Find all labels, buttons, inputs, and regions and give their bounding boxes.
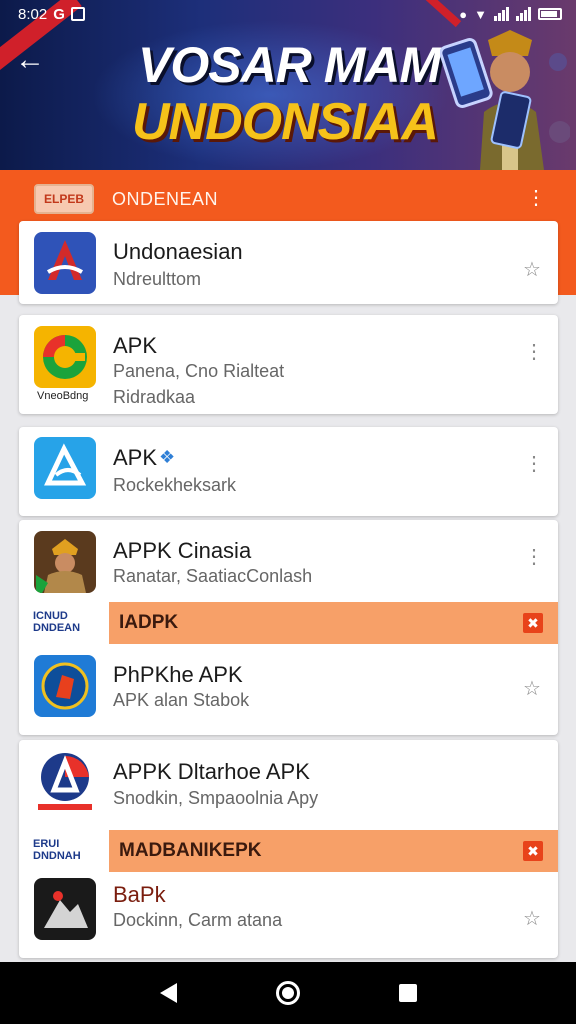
status-time: 8:02 — [18, 5, 48, 23]
app-subtitle: Ranatar, SaatiacConlash — [113, 566, 313, 586]
app-subtitle: APK alan Stabok — [113, 690, 250, 710]
item-menu-button[interactable]: ⋮ — [523, 453, 545, 475]
item-menu-button[interactable]: ⋮ — [523, 341, 545, 363]
app-subtitle: Rockekheksark — [113, 475, 237, 495]
battery-icon — [538, 8, 562, 20]
banner-title-line1: VOSAR MAM — [138, 37, 441, 93]
notification-icon — [70, 7, 85, 21]
header-label: ONDENEAN — [112, 189, 219, 209]
promo-close-button[interactable]: ✖ — [523, 841, 543, 861]
app-icon — [34, 750, 96, 812]
header-badge[interactable]: ELPEB — [34, 184, 94, 214]
more-vert-icon: ⋮ — [524, 341, 544, 363]
star-outline-icon: ☆ — [523, 259, 541, 281]
banner-figure-illustration — [440, 30, 570, 170]
app-title: BaPk — [113, 882, 166, 907]
wifi-icon: ▼ — [474, 6, 487, 22]
promo-close-button[interactable]: ✖ — [523, 613, 543, 633]
signal-icon — [494, 7, 509, 21]
app-title: APK — [113, 445, 158, 470]
nav-home-icon[interactable] — [275, 981, 300, 1005]
promo-logo: ICNUD DNDEAN — [19, 602, 109, 644]
app-subtitle: Dockinn, Carm atana — [113, 910, 283, 930]
promo-label: MADBANIKEPK — [119, 840, 262, 861]
app-icon — [34, 878, 96, 940]
app-icon — [34, 232, 96, 294]
google-g-icon: G — [53, 5, 65, 23]
app-list-item[interactable]: Undonaesian Ndreulttom ☆ — [19, 221, 558, 304]
promo-label: IADPK — [119, 612, 179, 633]
app-list-item[interactable]: VneoBdng APK Panena, Cno Rialteat Ridrad… — [19, 315, 558, 414]
signal2-icon — [516, 7, 531, 21]
app-list-item[interactable]: APPK Cinasia Ranatar, SaatiacConlash ⋮ I… — [19, 520, 558, 735]
promo-banner[interactable]: ERUI DNDNAH MADBANIKEPK ✖ — [19, 830, 558, 872]
more-vert-icon: ⋮ — [524, 453, 544, 475]
star-outline-icon: ☆ — [523, 908, 541, 930]
header-menu-button[interactable]: ⋮ — [526, 186, 546, 210]
alarm-icon: ● — [459, 6, 468, 22]
app-icon-caption: VneoBdng — [37, 390, 89, 402]
close-icon: ✖ — [527, 615, 539, 631]
system-nav-bar — [0, 962, 576, 1024]
app-subtitle-secondary: Ridradkaa — [113, 387, 196, 407]
banner-title-line2: UNDONSIAA — [132, 93, 439, 151]
more-vert-icon: ⋮ — [526, 187, 546, 209]
app-icon — [34, 326, 96, 388]
promo-logo: ERUI DNDNAH — [19, 830, 109, 872]
promo-banner[interactable]: ICNUD DNDEAN IADPK ✖ — [19, 602, 558, 644]
status-bar: 8:02 G ● ▼ — [0, 0, 576, 28]
app-list-item[interactable]: APK ❖ Rockekheksark ⋮ — [19, 427, 558, 516]
app-icon — [34, 437, 96, 499]
app-icon — [34, 655, 96, 717]
app-subtitle: Panena, Cno Rialteat — [113, 361, 285, 381]
verified-icon: ❖ — [159, 447, 176, 467]
arrow-left-icon: ← — [15, 43, 45, 76]
app-subtitle: Ndreulttom — [113, 269, 202, 289]
app-title: PhPKhe APK — [113, 662, 243, 687]
favorite-button[interactable]: ☆ — [521, 908, 543, 930]
app-title: APPK Cinasia — [113, 538, 252, 563]
app-icon — [34, 531, 96, 593]
favorite-button[interactable]: ☆ — [521, 259, 543, 281]
item-menu-button[interactable]: ⋮ — [523, 546, 545, 568]
app-title: APK — [113, 333, 158, 358]
app-list-item[interactable]: APPK Dltarhoe APK Snodkin, Smpaoolnia Ap… — [19, 740, 558, 958]
nav-recent-icon[interactable] — [398, 984, 417, 1002]
nav-back-icon[interactable] — [159, 983, 177, 1003]
app-subtitle: Snodkin, Smpaoolnia Apy — [113, 788, 319, 808]
favorite-button[interactable]: ☆ — [521, 678, 543, 700]
close-icon: ✖ — [527, 843, 539, 859]
more-vert-icon: ⋮ — [524, 546, 544, 568]
app-title: Undonaesian — [113, 239, 243, 264]
star-outline-icon: ☆ — [523, 678, 541, 700]
app-title: APPK Dltarhoe APK — [113, 759, 310, 784]
back-button[interactable]: ← — [12, 42, 48, 78]
